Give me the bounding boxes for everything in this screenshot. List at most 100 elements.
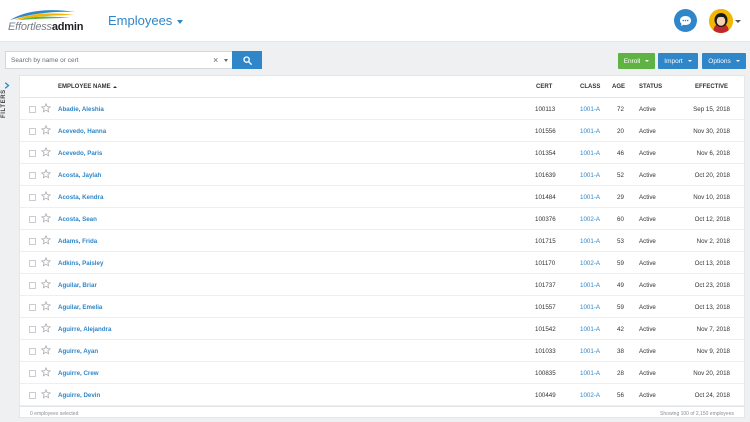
star-icon[interactable]: [41, 323, 51, 333]
chat-button[interactable]: [674, 9, 697, 32]
employee-name-link[interactable]: Acevedo, Hanna: [58, 128, 106, 135]
class-link[interactable]: 1001-A: [580, 128, 600, 135]
filters-label[interactable]: FILTERS: [1, 89, 7, 118]
user-menu-chevron-icon[interactable]: [735, 20, 741, 23]
row-checkbox[interactable]: [29, 392, 36, 399]
search-field: ×: [5, 51, 232, 69]
row-checkbox[interactable]: [29, 106, 36, 113]
table-row[interactable]: Aguirre, Crew 100835 1001-A 28 Active Nov 20,…: [20, 362, 744, 384]
cert-cell: 100376: [535, 216, 556, 223]
user-avatar[interactable]: [709, 9, 733, 33]
class-link[interactable]: 1001-A: [580, 370, 600, 377]
class-link[interactable]: 1001-A: [580, 172, 600, 179]
table-row[interactable]: Aguirre, Ayan 101033 1001-A 38 Active Nov 9, …: [20, 340, 744, 362]
employee-name-link[interactable]: Acevedo, Paris: [58, 150, 102, 157]
row-checkbox[interactable]: [29, 260, 36, 267]
row-checkbox[interactable]: [29, 238, 36, 245]
cert-cell: 101354: [535, 150, 556, 157]
class-link[interactable]: 1002-A: [580, 392, 600, 399]
table-row[interactable]: Abadie, Aleshia 100113 1001-A 72 Active Sep 1…: [20, 98, 744, 120]
table-row[interactable]: Aguilar, Briar 101737 1001-A 49 Active Oct 23…: [20, 274, 744, 296]
column-header-cert[interactable]: CERT: [536, 84, 552, 90]
star-icon[interactable]: [41, 147, 51, 157]
star-icon[interactable]: [41, 367, 51, 377]
row-checkbox[interactable]: [29, 304, 36, 311]
employee-name-link[interactable]: Adkins, Paisley: [58, 260, 103, 267]
search-input[interactable]: [6, 52, 201, 68]
row-checkbox[interactable]: [29, 348, 36, 355]
column-header-class[interactable]: CLASS: [580, 84, 600, 90]
class-link[interactable]: 1001-A: [580, 282, 600, 289]
row-checkbox[interactable]: [29, 370, 36, 377]
class-link[interactable]: 1002-A: [580, 260, 600, 267]
star-icon[interactable]: [41, 125, 51, 135]
column-header-age[interactable]: AGE: [612, 84, 625, 90]
class-link[interactable]: 1001-A: [580, 304, 600, 311]
row-checkbox[interactable]: [29, 128, 36, 135]
table-row[interactable]: Acosta, Kendra 101484 1001-A 29 Active Nov 10…: [20, 186, 744, 208]
class-link[interactable]: 1001-A: [580, 326, 600, 333]
column-header-effective[interactable]: EFFECTIVE: [695, 84, 728, 90]
employee-name-link[interactable]: Aguirre, Alejandra: [58, 326, 111, 333]
row-checkbox[interactable]: [29, 216, 36, 223]
employee-name-link[interactable]: Adams, Frida: [58, 238, 97, 245]
table-row[interactable]: Adams, Frida 101715 1001-A 53 Active Nov 2, 2…: [20, 230, 744, 252]
table-header: EMPLOYEE NAME CERT CLASS AGE STATUS EFFE…: [20, 76, 744, 98]
enroll-button[interactable]: Enroll: [618, 53, 655, 69]
class-link[interactable]: 1001-A: [580, 150, 600, 157]
search-options-chevron-icon[interactable]: [224, 59, 228, 62]
page-title-dropdown[interactable]: Employees: [108, 13, 184, 28]
table-row[interactable]: Aguilar, Emelia 101557 1001-A 59 Active Oct 1…: [20, 296, 744, 318]
import-button[interactable]: Import: [658, 53, 698, 69]
table-row[interactable]: Acosta, Sean 100376 1002-A 60 Active Oct 12, …: [20, 208, 744, 230]
star-icon[interactable]: [41, 301, 51, 311]
star-icon[interactable]: [41, 169, 51, 179]
employee-name-link[interactable]: Aguirre, Ayan: [58, 348, 98, 355]
table-row[interactable]: Acosta, Jaylah 101639 1001-A 52 Active Oct 20…: [20, 164, 744, 186]
employee-name-link[interactable]: Aguilar, Briar: [58, 282, 97, 289]
table-row[interactable]: Acevedo, Paris 101354 1001-A 46 Active Nov 6,…: [20, 142, 744, 164]
row-checkbox[interactable]: [29, 194, 36, 201]
age-cell: 59: [617, 304, 624, 311]
star-icon[interactable]: [41, 279, 51, 289]
employee-name-link[interactable]: Acosta, Jaylah: [58, 172, 101, 179]
effective-date-cell: Oct 13, 2018: [694, 304, 730, 311]
app-logo[interactable]: Effortlessadmin: [8, 8, 88, 36]
row-checkbox[interactable]: [29, 282, 36, 289]
column-header-status[interactable]: STATUS: [639, 84, 662, 90]
star-icon[interactable]: [41, 389, 51, 399]
star-icon[interactable]: [41, 213, 51, 223]
class-link[interactable]: 1002-A: [580, 216, 600, 223]
chevron-right-icon[interactable]: [4, 82, 10, 89]
table-row[interactable]: Acevedo, Hanna 101556 1001-A 20 Active Nov 30…: [20, 120, 744, 142]
employee-name-link[interactable]: Aguirre, Devin: [58, 392, 100, 399]
class-link[interactable]: 1001-A: [580, 238, 600, 245]
table-row[interactable]: Aguirre, Devin 100449 1002-A 56 Active Oct 24…: [20, 384, 744, 406]
star-icon[interactable]: [41, 103, 51, 113]
row-checkbox[interactable]: [29, 172, 36, 179]
class-link[interactable]: 1001-A: [580, 194, 600, 201]
star-icon[interactable]: [41, 235, 51, 245]
employee-name-link[interactable]: Aguilar, Emelia: [58, 304, 102, 311]
class-link[interactable]: 1001-A: [580, 348, 600, 355]
row-checkbox[interactable]: [29, 326, 36, 333]
search-button[interactable]: [232, 51, 262, 69]
star-icon[interactable]: [41, 257, 51, 267]
options-button[interactable]: Options: [702, 53, 746, 69]
star-icon[interactable]: [41, 345, 51, 355]
class-link[interactable]: 1001-A: [580, 106, 600, 113]
age-cell: 52: [617, 172, 624, 179]
cert-cell: 101639: [535, 172, 556, 179]
employee-name-link[interactable]: Aguirre, Crew: [58, 370, 99, 377]
table-row[interactable]: Adkins, Paisley 101170 1002-A 59 Active Oct 1…: [20, 252, 744, 274]
employee-name-link[interactable]: Acosta, Kendra: [58, 194, 103, 201]
employee-name-link[interactable]: Acosta, Sean: [58, 216, 97, 223]
age-cell: 20: [617, 128, 624, 135]
column-header-employee-name[interactable]: EMPLOYEE NAME: [58, 84, 117, 90]
chevron-down-icon: [735, 60, 740, 62]
star-icon[interactable]: [41, 191, 51, 201]
employee-name-link[interactable]: Abadie, Aleshia: [58, 106, 104, 113]
table-row[interactable]: Aguirre, Alejandra 101542 1001-A 42 Active No…: [20, 318, 744, 340]
row-checkbox[interactable]: [29, 150, 36, 157]
clear-search-icon[interactable]: ×: [213, 54, 218, 66]
